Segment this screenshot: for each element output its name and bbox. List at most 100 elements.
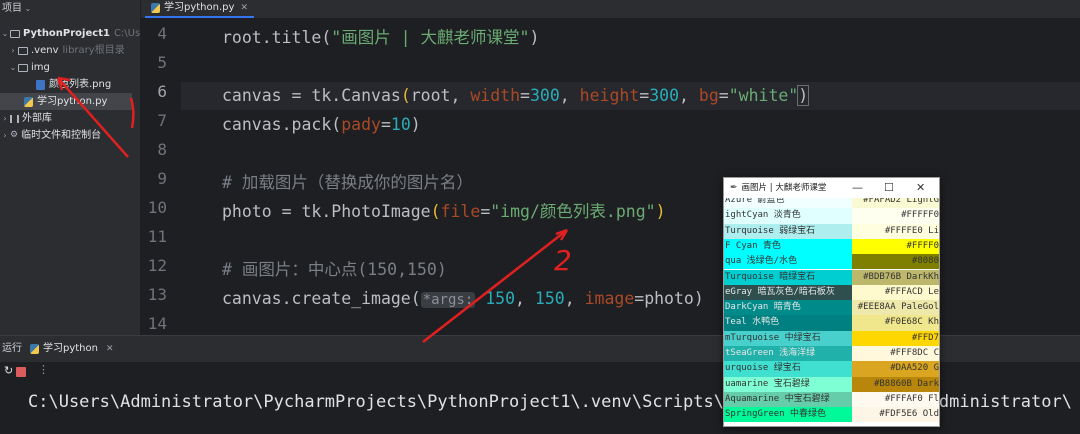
- swatch-left-label: Turquoise 暗绿宝石: [724, 269, 852, 285]
- code-line-current[interactable]: canvas = tk.Canvas(root, width=300, heig…: [181, 82, 1080, 110]
- parameter-hint: *args:: [420, 292, 476, 308]
- line-number: 13: [147, 285, 167, 304]
- code-keyword-arg: image: [584, 289, 635, 308]
- code-line[interactable]: root.title("画图片 | 大麒老师课堂"): [181, 24, 1080, 52]
- code-line[interactable]: # 画图片：中心点(150,150): [181, 256, 1080, 284]
- code-token: =: [380, 115, 391, 134]
- swatch-left-label: uamarine 宝石碧绿: [724, 376, 852, 392]
- chevron-down-icon[interactable]: ⌄: [8, 59, 18, 76]
- code-token: ,: [679, 86, 699, 105]
- more-options-icon[interactable]: ⋮: [38, 363, 49, 376]
- code-number: 10: [390, 115, 411, 134]
- run-tab[interactable]: 学习python ✕: [30, 336, 114, 362]
- line-number: 12: [147, 256, 167, 275]
- swatch-right-label: #FFFAF0 Fl: [852, 391, 939, 408]
- swatch-right-label: #DAA520 G: [852, 361, 939, 377]
- code-token: canvas.pack(: [222, 115, 342, 134]
- code-keyword-arg: width: [470, 86, 521, 105]
- swatch-right-label: #FFF8DC C: [852, 346, 939, 362]
- venv-label: .venv: [31, 45, 59, 56]
- stop-icon[interactable]: [16, 367, 26, 377]
- swatch-right-label: #FFFF0: [852, 238, 939, 255]
- code-keyword-arg: height: [579, 86, 640, 105]
- swatch-left-label: eGray 暗瓦灰色/暗石板灰: [724, 284, 852, 301]
- code-token: ): [410, 115, 421, 134]
- code-paren: ): [655, 202, 666, 221]
- code-number: 150: [475, 289, 516, 308]
- project-panel-title: 项目: [2, 3, 22, 14]
- code-editor[interactable]: root.title("画图片 | 大麒老师课堂") canvas = tk.C…: [181, 19, 1080, 335]
- maximize-icon[interactable]: ☐: [884, 178, 894, 198]
- code-paren-matched: ): [797, 85, 810, 106]
- color-swatch-row: eGray 暗瓦灰色/暗石板灰 #FFFACD Le: [724, 284, 939, 301]
- close-icon[interactable]: ✕: [916, 178, 925, 198]
- python-file-icon: [24, 96, 33, 107]
- code-token: canvas.create_image(: [222, 289, 421, 308]
- chevron-down-icon[interactable]: ⌄: [0, 25, 10, 42]
- tree-item-scratches[interactable]: › ⚙ 临时文件和控制台: [0, 127, 101, 144]
- close-icon[interactable]: ✕: [106, 336, 114, 362]
- swatch-left-label: F Cyan 青色: [724, 238, 852, 255]
- minimize-icon[interactable]: —: [852, 178, 863, 198]
- line-number: 14: [147, 314, 167, 333]
- code-token: =: [520, 86, 530, 105]
- tree-item-img-file[interactable]: 颜色列表.png: [36, 76, 111, 93]
- swatch-left-label: qua 浅绿色/水色: [724, 254, 852, 270]
- tree-item-img-folder[interactable]: ⌄ img: [8, 59, 50, 76]
- code-number: 150: [534, 289, 565, 308]
- tk-canvas-image: Azure 蔚蓝色 #FAFAD2 LightG ightCyan 淡青色 #FFFF…: [724, 198, 939, 426]
- code-keyword-arg: bg: [698, 86, 719, 105]
- rerun-icon[interactable]: ↻: [4, 364, 14, 377]
- tk-title-bar[interactable]: ✒ 画图片 | 大麒老师课堂 — ☐ ✕: [724, 178, 939, 198]
- folder-icon: [18, 63, 28, 72]
- code-line[interactable]: canvas.pack(pady=10): [181, 111, 1080, 139]
- code-string: "画图片 | 大麒老师课堂": [331, 28, 530, 47]
- code-token: photo): [644, 289, 704, 308]
- code-keyword-arg: file: [440, 202, 481, 221]
- code-line[interactable]: canvas.create_image(*args: 150, 150, ima…: [181, 285, 1080, 313]
- swatch-left-label: tSeaGreen 浅海洋绿: [724, 346, 852, 362]
- swatch-right-label: #FDF5E6 Old: [852, 407, 939, 423]
- swatch-left-label: urquoise 绿宝石: [724, 361, 852, 377]
- tree-item-external-libs[interactable]: › 外部库: [0, 110, 52, 127]
- line-number: 4: [157, 24, 167, 43]
- swatch-right-label: #8080: [852, 254, 939, 270]
- tree-item-py-file[interactable]: 学习python.py: [0, 93, 132, 110]
- color-swatch-row: qua 浅绿色/水色 #8080: [724, 254, 939, 270]
- swatch-right-label: #FFFFE0 Li: [852, 223, 939, 239]
- code-line[interactable]: # 加载图片（替换成你的图片名）: [181, 169, 1080, 197]
- color-swatch-row: ightCyan 淡青色 #FFFFF0: [724, 208, 939, 224]
- chevron-right-icon[interactable]: ›: [0, 127, 10, 144]
- line-number: 7: [157, 111, 167, 130]
- chevron-down-icon[interactable]: ⌄: [22, 4, 32, 13]
- external-libs-label: 外部库: [22, 113, 52, 124]
- code-token: ): [529, 28, 540, 47]
- line-number-gutter: 4 5 6 7 8 9 10 11 12 13 14: [141, 19, 181, 335]
- code-paren: (: [430, 202, 441, 221]
- folder-icon: [10, 29, 20, 38]
- line-number: 11: [147, 227, 167, 246]
- python-file-icon: [30, 344, 39, 354]
- chevron-right-icon[interactable]: ›: [0, 110, 10, 127]
- project-panel-header[interactable]: 项目 ⌄: [0, 0, 140, 18]
- code-string: "white": [728, 86, 799, 105]
- close-icon[interactable]: ✕: [240, 0, 248, 17]
- run-tab-label: 学习python: [43, 343, 98, 354]
- project-path: C:\Users\Ac: [113, 28, 141, 39]
- code-line[interactable]: photo = tk.PhotoImage(file="img/颜色列表.png…: [181, 198, 1080, 226]
- chevron-right-icon[interactable]: ›: [8, 42, 18, 59]
- tree-item-project[interactable]: ⌄ PythonProject1 C:\Users\Ac: [0, 25, 141, 42]
- color-swatch-row: Turquoise 弱绿宝石 #FFFFE0 Li: [724, 223, 939, 239]
- code-token: =: [480, 202, 491, 221]
- code-token: ,: [564, 289, 585, 308]
- tree-item-venv[interactable]: › .venv library根目录: [8, 42, 124, 59]
- code-keyword-arg: pady: [341, 115, 381, 134]
- python-file-icon: [151, 3, 160, 13]
- code-number: 300: [649, 86, 680, 105]
- code-token: canvas = tk.Canvas: [222, 86, 401, 105]
- code-token: photo = tk.PhotoImage: [222, 202, 431, 221]
- color-swatch-row: SpringGreen 中春绿色 #FDF5E6 Old: [724, 407, 939, 423]
- tab-py-file[interactable]: 学习python.py ✕: [145, 0, 254, 18]
- swatch-left-label: Azure 蔚蓝色: [724, 198, 852, 209]
- line-number: 8: [157, 140, 167, 159]
